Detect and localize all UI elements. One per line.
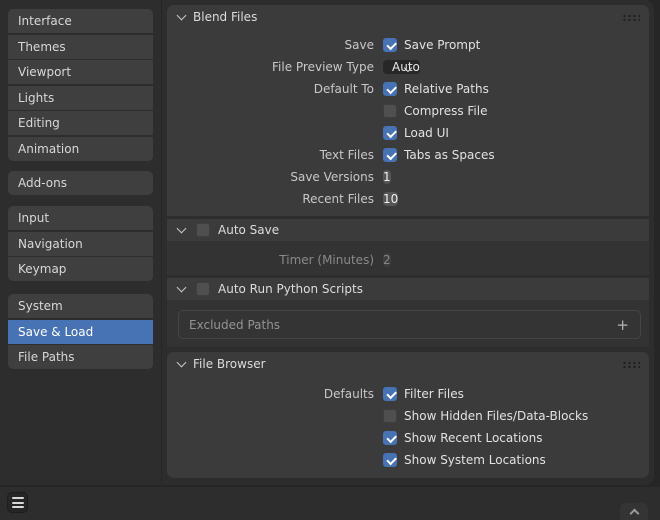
- subpanel-header-auto-save[interactable]: Auto Save: [167, 219, 649, 241]
- save-prompt-checkbox[interactable]: [383, 38, 397, 52]
- row-compress-file: Compress File: [167, 100, 649, 122]
- auto-run-python-checkbox[interactable]: [196, 282, 210, 296]
- menu-button[interactable]: [7, 492, 28, 513]
- sidebar-item-system[interactable]: System: [8, 294, 153, 318]
- row-timer-minutes: Timer (Minutes) 2: [167, 249, 649, 271]
- drag-grip-icon[interactable]: [622, 360, 640, 368]
- add-excluded-path-button[interactable]: +: [616, 311, 629, 338]
- file-browser-rows: Defaults Filter Files Show Hidden Files/…: [167, 383, 649, 471]
- field-label: File Preview Type: [167, 60, 374, 74]
- sidebar-item-lights[interactable]: Lights: [8, 86, 153, 110]
- load-ui-checkbox[interactable]: [383, 126, 397, 140]
- tabs-as-spaces-checkbox[interactable]: [383, 148, 397, 162]
- checkbox-label: Load UI: [404, 126, 449, 140]
- checkbox-label: Tabs as Spaces: [404, 148, 495, 162]
- row-show-hidden: Show Hidden Files/Data-Blocks: [167, 405, 649, 427]
- row-load-ui: Load UI: [167, 122, 649, 144]
- field-label: Default To: [167, 82, 374, 96]
- menu-icon: [12, 502, 24, 504]
- nav-group-addons: Add-ons: [8, 171, 153, 195]
- auto-save-checkbox[interactable]: [196, 223, 210, 237]
- field-label: Save: [167, 38, 374, 52]
- row-save-versions: Save Versions 1: [167, 166, 649, 188]
- checkbox-label: Save Prompt: [404, 38, 480, 52]
- menu-icon: [12, 497, 24, 499]
- panel-header-blend-files[interactable]: Blend Files: [167, 5, 649, 29]
- row-show-system-locations: Show System Locations: [167, 449, 649, 471]
- panel-blend-files: Blend Files Save Save Prompt File Previe…: [167, 5, 649, 216]
- field-label: Defaults: [167, 387, 374, 401]
- subpanel-header-auto-run-python[interactable]: Auto Run Python Scripts: [167, 278, 649, 300]
- blend-files-rows: Save Save Prompt File Preview Type Auto …: [167, 34, 649, 210]
- relative-paths-checkbox[interactable]: [383, 82, 397, 96]
- show-recent-locations-checkbox[interactable]: [383, 431, 397, 445]
- scroll-up-indicator[interactable]: [620, 503, 648, 520]
- excluded-paths-label: Excluded Paths: [189, 318, 280, 332]
- filter-files-checkbox[interactable]: [383, 387, 397, 401]
- checkbox-label: Show Hidden Files/Data-Blocks: [404, 409, 588, 423]
- preferences-main-area: Blend Files Save Save Prompt File Previe…: [162, 0, 654, 485]
- subpanel-title: Auto Save: [218, 223, 279, 237]
- sidebar-item-animation[interactable]: Animation: [8, 137, 153, 161]
- footer-bar: [0, 487, 660, 520]
- sidebar-item-themes[interactable]: Themes: [8, 35, 153, 59]
- row-tabs-as-spaces: Text Files Tabs as Spaces: [167, 144, 649, 166]
- nav-group-input: Input Navigation Keymap: [8, 206, 153, 281]
- timer-minutes-field[interactable]: 2: [383, 253, 391, 267]
- subpanel-title: Auto Run Python Scripts: [218, 282, 363, 296]
- field-label: Save Versions: [167, 170, 374, 184]
- subpanel-body-auto-run-python: Excluded Paths +: [167, 300, 649, 347]
- chevron-down-icon: [177, 357, 187, 367]
- sidebar-item-navigation[interactable]: Navigation: [8, 232, 153, 256]
- row-recent-files: Recent Files 10: [167, 188, 649, 210]
- sidebar-item-file-paths[interactable]: File Paths: [8, 345, 153, 369]
- chevron-down-icon: [177, 10, 187, 20]
- row-filter-files: Defaults Filter Files: [167, 383, 649, 405]
- panel-header-file-browser[interactable]: File Browser: [167, 352, 649, 376]
- checkbox-label: Filter Files: [404, 387, 464, 401]
- sidebar-item-addons[interactable]: Add-ons: [8, 171, 153, 195]
- sidebar-item-save-load[interactable]: Save & Load: [8, 320, 153, 344]
- excluded-paths-list: Excluded Paths +: [178, 310, 641, 339]
- compress-file-checkbox[interactable]: [383, 104, 397, 118]
- drag-grip-icon[interactable]: [622, 13, 640, 21]
- sidebar-item-interface[interactable]: Interface: [8, 9, 153, 33]
- row-show-recent-locations: Show Recent Locations: [167, 427, 649, 449]
- nav-group-system: System Save & Load File Paths: [8, 294, 153, 369]
- sidebar-item-viewport[interactable]: Viewport: [8, 60, 153, 84]
- panel-title: Blend Files: [193, 10, 257, 24]
- field-label: Recent Files: [167, 192, 374, 206]
- sidebar-item-input[interactable]: Input: [8, 206, 153, 230]
- chevron-up-icon: [629, 509, 639, 519]
- row-relative-paths: Default To Relative Paths: [167, 78, 649, 100]
- row-save: Save Save Prompt: [167, 34, 649, 56]
- show-system-locations-checkbox[interactable]: [383, 453, 397, 467]
- show-hidden-files-checkbox[interactable]: [383, 409, 397, 423]
- nav-group-general: Interface Themes Viewport Lights Editing…: [8, 9, 153, 161]
- sidebar-item-editing[interactable]: Editing: [8, 111, 153, 135]
- recent-files-field[interactable]: 10: [383, 192, 398, 206]
- field-label: Timer (Minutes): [167, 253, 374, 267]
- checkbox-label: Show System Locations: [404, 453, 546, 467]
- file-preview-type-select[interactable]: Auto: [383, 60, 420, 74]
- row-file-preview-type: File Preview Type Auto: [167, 56, 649, 78]
- field-label: Text Files: [167, 148, 374, 162]
- sidebar-item-keymap[interactable]: Keymap: [8, 257, 153, 281]
- preferences-nav-sidebar: Interface Themes Viewport Lights Editing…: [0, 0, 161, 485]
- save-versions-field[interactable]: 1: [383, 170, 391, 184]
- menu-icon: [12, 506, 24, 508]
- subpanel-body-auto-save: Timer (Minutes) 2: [167, 241, 649, 275]
- panel-file-browser: File Browser Defaults Filter Files Show …: [167, 352, 649, 478]
- checkbox-label: Relative Paths: [404, 82, 489, 96]
- chevron-down-icon: [177, 282, 187, 292]
- checkbox-label: Compress File: [404, 104, 487, 118]
- checkbox-label: Show Recent Locations: [404, 431, 543, 445]
- panel-title: File Browser: [193, 357, 266, 371]
- chevron-down-icon: [177, 223, 187, 233]
